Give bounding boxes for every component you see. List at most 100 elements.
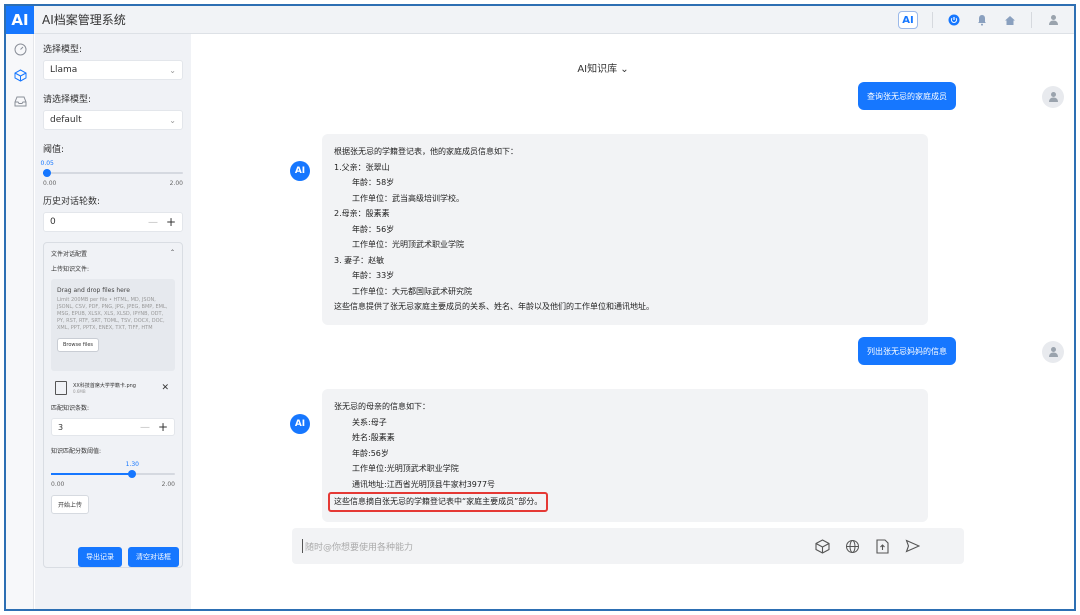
divider [1031, 12, 1032, 28]
slider-min: 0.00 [51, 481, 65, 488]
divider [932, 12, 933, 28]
app-window: AI AI档案管理系统 AI 选择模型: Llama ⌄ 请选择模型: defa… [4, 4, 1076, 611]
message-line: 1.父亲：张翠山 [334, 162, 390, 172]
user-avatar [1042, 341, 1064, 363]
chevron-down-icon: ⌄ [169, 115, 176, 125]
minus-icon[interactable]: — [148, 217, 158, 228]
slider-handle[interactable] [127, 470, 136, 478]
slider-max: 2.00 [161, 481, 175, 488]
highlighted-source-line: 这些信息摘自张无忌的学籍登记表中“家庭主要成员”部分。 [328, 492, 549, 512]
score-slider[interactable]: 1.30 0.00 2.00 [51, 461, 175, 491]
plus-icon[interactable]: + [158, 420, 168, 434]
top-bar: AI AI档案管理系统 AI [6, 6, 1074, 34]
slider-max: 2.00 [169, 180, 183, 187]
slider-handle[interactable] [42, 169, 51, 177]
cube-icon[interactable] [814, 538, 830, 554]
file-icon [55, 381, 67, 395]
threshold-slider[interactable]: 0.05 0.00 2.00 [40, 160, 183, 190]
model-select[interactable]: Llama ⌄ [43, 60, 183, 80]
model-label: 选择模型: [43, 45, 83, 55]
close-icon[interactable]: ✕ [161, 383, 169, 393]
message-line: 3. 妻子：赵敏 [334, 255, 385, 265]
user-icon[interactable] [1046, 13, 1060, 27]
message-line: 年龄：58岁 [352, 178, 395, 187]
ai-message: 张无忌的母亲的信息如下： 关系:母子 姓名:殷素素 年龄:56岁 工作单位:光明… [322, 389, 928, 522]
chat-input-placeholder: 随时@你想要使用各种能力 [305, 542, 414, 553]
minus-icon[interactable]: — [140, 422, 150, 433]
inbox-icon[interactable] [6, 90, 34, 112]
clear-chat-button[interactable]: 清空对话框 [128, 547, 179, 567]
slider-min: 0.00 [43, 180, 57, 187]
message-line: 年龄：56岁 [352, 224, 395, 234]
dropzone-title: Drag and drop files here [57, 287, 130, 294]
ai-avatar: AI [290, 161, 310, 181]
cube-icon[interactable] [6, 64, 34, 86]
message-line: 年龄：33岁 [352, 271, 395, 280]
message-line: 2.母亲：殷素素 [334, 209, 390, 218]
upload-label: 上传知识文件: [51, 266, 90, 273]
settings-sidebar: 选择模型: Llama ⌄ 请选择模型: default ⌄ 阈值: 0.05 … [35, 34, 191, 609]
chevron-down-icon: ⌄ [169, 65, 176, 75]
message-line: 工作单位：大元都国际武术研究院 [352, 286, 472, 296]
left-rail [6, 34, 34, 609]
history-value: 0 [50, 217, 56, 227]
browse-files-button[interactable]: Browse files [57, 338, 100, 352]
score-value: 1.30 [125, 461, 139, 468]
model2-select[interactable]: default ⌄ [43, 110, 183, 130]
file-config-header[interactable]: 文件对话配置 ⌃ [51, 249, 175, 258]
uploaded-file: XX科技首席大学学籍卡.png 0.6MB ✕ [51, 377, 175, 399]
threshold-value: 0.05 [40, 160, 54, 167]
model-select-value: Llama [50, 65, 78, 75]
history-label: 历史对话轮数: [43, 197, 101, 207]
ai-avatar: AI [290, 414, 310, 434]
power-icon[interactable] [947, 13, 961, 27]
app-logo: AI [6, 6, 34, 34]
ai-badge-button[interactable]: AI [898, 11, 918, 29]
input-tools [814, 538, 920, 554]
gauge-icon[interactable] [6, 38, 34, 60]
threshold-label: 阈值: [43, 145, 65, 155]
slider-fill [51, 473, 132, 475]
chevron-up-icon[interactable]: ⌃ [170, 249, 175, 258]
message-line: 年龄:56岁 [352, 448, 389, 458]
file-size: 0.6MB [73, 389, 86, 394]
match-value: 3 [58, 422, 64, 432]
user-avatar [1042, 86, 1064, 108]
send-icon[interactable] [904, 538, 920, 554]
score-label: 知识匹配分数阈值: [51, 448, 102, 455]
message-line: 工作单位:光明顶武术职业学院 [352, 464, 459, 473]
message-line: 通讯地址:江西省光明顶县牛家村3977号 [352, 479, 496, 489]
match-stepper[interactable]: 3 — + [51, 418, 175, 436]
export-button[interactable]: 导出记录 [78, 547, 122, 567]
chevron-down-icon: ⌄ [620, 64, 629, 75]
app-title: AI档案管理系统 [42, 13, 126, 27]
sidebar-actions: 导出记录 清空对话框 [78, 547, 179, 567]
file-upload-icon[interactable] [874, 538, 890, 554]
model2-label: 请选择模型: [43, 95, 92, 105]
ai-message: 根据张无忌的学籍登记表，他的家庭成员信息如下： 1.父亲：张翠山 年龄：58岁 … [322, 134, 928, 325]
file-config-title: 文件对话配置 [51, 251, 88, 258]
knowledge-base-selector[interactable]: AI知识库 ⌄ [192, 60, 1014, 75]
plus-icon[interactable]: + [166, 215, 176, 229]
start-upload-button[interactable]: 开始上传 [51, 495, 90, 514]
dropzone-limit: Limit 200MB per file • HTML, MD, JSON, J… [57, 297, 168, 331]
chat-area: AI知识库 ⌄ 查询张无忌的家庭成员 AI 根据张无忌的学籍登记表，他的家庭成员… [192, 34, 1074, 609]
kb-title: AI知识库 [577, 64, 618, 75]
model2-select-value: default [50, 115, 82, 125]
chat-input[interactable]: 随时@你想要使用各种能力 [292, 528, 964, 564]
message-line: 姓名:殷素素 [352, 433, 395, 442]
file-config-panel: 文件对话配置 ⌃ 上传知识文件: Drag and drop files her… [43, 242, 183, 568]
message-line: 关系:母子 [352, 417, 387, 427]
file-dropzone[interactable]: Drag and drop files here Limit 200MB per… [51, 279, 175, 371]
message-line: 这些信息提供了张无忌家庭主要成员的关系、姓名、年龄以及他们的工作单位和通讯地址。 [334, 302, 654, 311]
user-message: 查询张无忌的家庭成员 [858, 82, 956, 110]
text-caret [302, 539, 303, 553]
globe-icon[interactable] [844, 538, 860, 554]
message-line: 张无忌的母亲的信息如下： [334, 402, 430, 411]
bell-icon[interactable] [975, 13, 989, 27]
slider-track [43, 172, 183, 174]
history-stepper[interactable]: 0 — + [43, 212, 183, 232]
match-label: 匹配知识条数: [51, 405, 90, 412]
home-icon[interactable] [1003, 13, 1017, 27]
top-right-toolbar: AI [898, 6, 1060, 34]
